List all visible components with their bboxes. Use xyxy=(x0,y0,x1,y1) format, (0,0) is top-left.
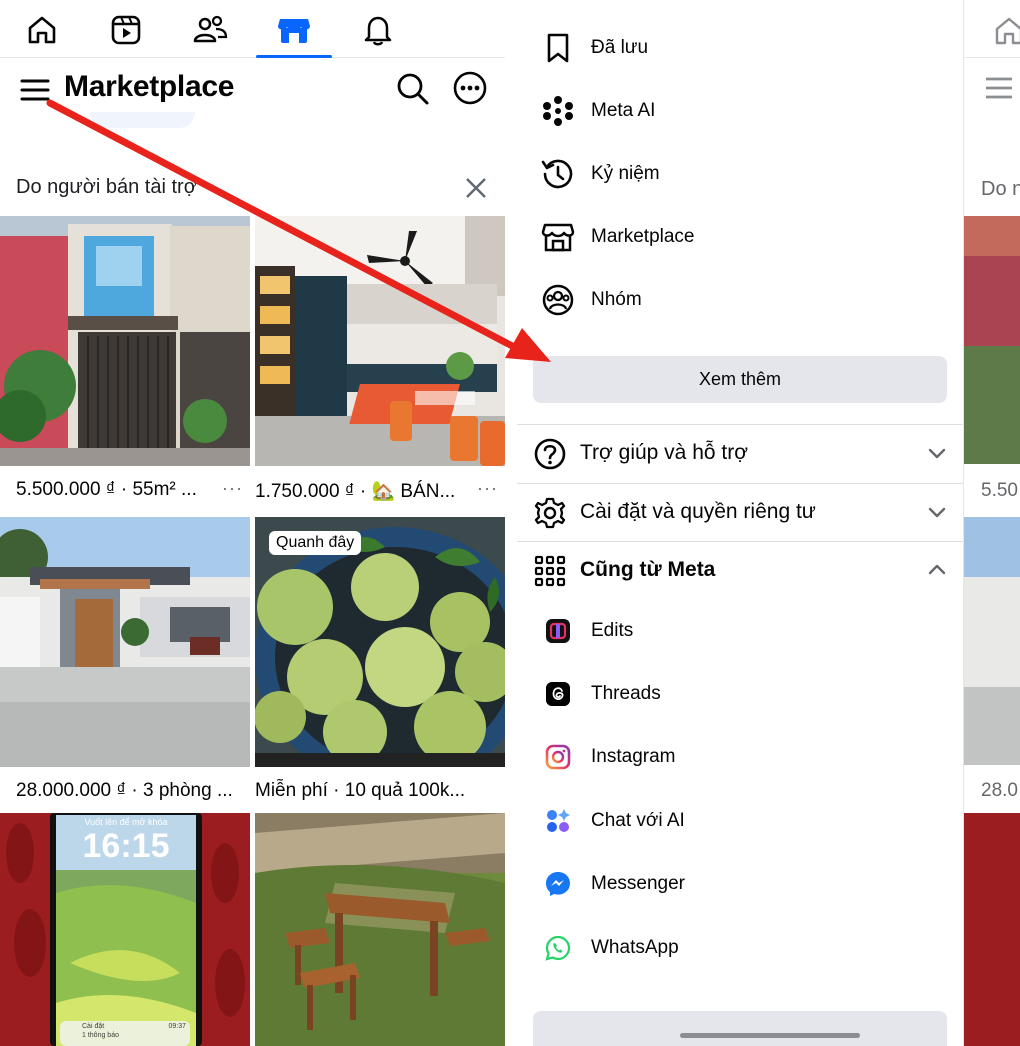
listing-card[interactable]: Quanh đây Miễn phí · 10 quả 100k... xyxy=(255,517,505,817)
menu-item-saved[interactable]: Đã lưu xyxy=(505,20,963,76)
listing-card[interactable]: Vuốt lên để mở khóa 16:15 Cài đặt 1 thôn… xyxy=(0,813,250,1046)
app-item-label: Edits xyxy=(591,620,634,641)
app-item-edits[interactable]: Edits xyxy=(505,603,963,659)
sliver-photo xyxy=(964,216,1020,464)
listing-card[interactable]: 5.500.000 ₫ · 55m² ... ··· xyxy=(0,216,250,516)
edits-icon xyxy=(541,614,575,648)
app-item-threads[interactable]: Threads xyxy=(505,666,963,722)
menu-item-label: Kỷ niệm xyxy=(591,163,660,184)
page-title: Marketplace xyxy=(64,70,235,103)
menu-item-memories[interactable]: Kỷ niệm xyxy=(505,146,963,202)
listing-card[interactable]: 28.000.000 ₫ · 3 phòng ... xyxy=(0,517,250,817)
more-options-icon[interactable] xyxy=(452,70,488,106)
app-item-label: Messenger xyxy=(591,873,685,894)
sponsored-section-title: Do người bán tài trợ xyxy=(16,176,197,198)
listing-more-icon[interactable]: ··· xyxy=(222,478,243,499)
listing-card[interactable]: 1.750.000 ₫ · 🏡 BÁN... ··· xyxy=(255,216,505,516)
instagram-icon xyxy=(541,740,575,774)
section-label: Cài đặt và quyền riêng tư xyxy=(580,500,816,523)
menu-item-label: Nhóm xyxy=(591,289,642,310)
section-also-from-meta[interactable]: Cũng từ Meta xyxy=(505,542,963,600)
chat-ai-icon xyxy=(541,804,575,838)
listing-caption: 28.000.000 ₫ · 3 phòng ... xyxy=(16,780,233,801)
app-item-label: Chat với AI xyxy=(591,810,685,831)
app-item-whatsapp[interactable]: WhatsApp xyxy=(505,920,963,976)
nearby-badge: Quanh đây xyxy=(269,531,362,555)
listing-photo-house xyxy=(0,216,250,466)
sliver-photo xyxy=(964,517,1020,765)
section-help-support[interactable]: Trợ giúp và hỗ trợ xyxy=(505,425,963,483)
listing-photo-table xyxy=(255,813,505,1046)
faded-chip xyxy=(90,112,195,128)
marketplace-panel: Marketplace Do người bán tài trợ 5.500.0… xyxy=(0,0,505,1046)
threads-icon xyxy=(541,677,575,711)
memories-clock-icon xyxy=(541,157,575,191)
marketplace-header: Marketplace xyxy=(0,60,505,122)
home-indicator xyxy=(680,1033,860,1038)
sliver-price: 5.50 xyxy=(981,480,1018,501)
menu-item-meta-ai[interactable]: Meta AI xyxy=(505,83,963,139)
app-item-label: WhatsApp xyxy=(591,937,679,958)
video-icon[interactable] xyxy=(106,10,146,50)
hamburger-menu-icon[interactable] xyxy=(18,73,52,107)
sliver-title: Do n xyxy=(981,178,1020,200)
app-item-label: Instagram xyxy=(591,746,676,767)
search-icon[interactable] xyxy=(394,70,430,106)
settings-gear-icon xyxy=(533,496,567,530)
see-more-button[interactable]: Xem thêm xyxy=(533,356,947,403)
hamburger-menu-icon xyxy=(986,77,1012,99)
chevron-down-icon xyxy=(928,448,946,459)
app-item-messenger[interactable]: Messenger xyxy=(505,856,963,912)
section-label: Cũng từ Meta xyxy=(580,558,716,581)
app-item-chat-ai[interactable]: Chat với AI xyxy=(505,793,963,849)
marketplace-icon[interactable] xyxy=(274,10,314,50)
listing-photo-pomelos: Quanh đây xyxy=(255,517,505,767)
listing-photo-phone: Vuốt lên để mở khóa 16:15 Cài đặt 1 thôn… xyxy=(0,813,250,1046)
next-screen-sliver: Do n 5.50 28.0 xyxy=(963,0,1020,1046)
chevron-up-icon xyxy=(928,564,946,575)
sliver-photo xyxy=(964,813,1020,1046)
menu-item-groups[interactable]: Nhóm xyxy=(505,272,963,328)
close-icon[interactable] xyxy=(462,174,490,202)
listing-card[interactable] xyxy=(255,813,505,1046)
menu-item-marketplace[interactable]: Marketplace xyxy=(505,209,963,265)
lock-hint: Vuốt lên để mở khóa xyxy=(84,817,168,827)
section-settings-privacy[interactable]: Cài đặt và quyền riêng tư xyxy=(505,484,963,542)
meta-ai-icon xyxy=(541,94,575,128)
sliver-price: 28.0 xyxy=(981,780,1018,801)
top-nav-bar xyxy=(0,0,505,58)
chevron-down-icon xyxy=(928,507,946,518)
bookmark-icon xyxy=(541,31,575,65)
apps-grid-icon xyxy=(533,554,567,588)
menu-item-label: Đã lưu xyxy=(591,37,649,58)
bottom-card xyxy=(533,1011,947,1046)
listing-photo-modern-house xyxy=(0,517,250,767)
listing-caption: 5.500.000 ₫ · 55m² ... xyxy=(16,479,197,500)
listing-caption: 1.750.000 ₫ · 🏡 BÁN... xyxy=(255,481,456,502)
home-icon[interactable] xyxy=(22,10,62,50)
app-item-instagram[interactable]: Instagram xyxy=(505,729,963,785)
lock-clock: 16:15 xyxy=(82,827,170,865)
notifications-bell-icon[interactable] xyxy=(358,10,398,50)
app-item-label: Threads xyxy=(591,683,661,704)
marketplace-shop-icon xyxy=(541,220,575,254)
menu-item-label: Marketplace xyxy=(591,226,695,247)
help-icon xyxy=(533,437,567,471)
whatsapp-icon xyxy=(541,931,575,965)
messenger-icon xyxy=(541,867,575,901)
section-label: Trợ giúp và hỗ trợ xyxy=(580,441,748,464)
active-tab-indicator xyxy=(256,55,332,58)
home-icon xyxy=(995,17,1020,45)
listing-photo-kitchen xyxy=(255,216,505,466)
shortcuts-menu-panel: Đã lưu Meta AI Kỷ niệm Marketplace Nhóm … xyxy=(505,0,963,1046)
listing-caption: Miễn phí · 10 quả 100k... xyxy=(255,780,466,801)
divider xyxy=(964,57,1020,58)
menu-item-label: Meta AI xyxy=(591,100,656,121)
groups-icon xyxy=(541,283,575,317)
lock-notification: Cài đặt 1 thông báo 09:37 xyxy=(60,1021,190,1046)
listing-more-icon[interactable]: ··· xyxy=(477,478,498,499)
friends-icon[interactable] xyxy=(190,10,230,50)
